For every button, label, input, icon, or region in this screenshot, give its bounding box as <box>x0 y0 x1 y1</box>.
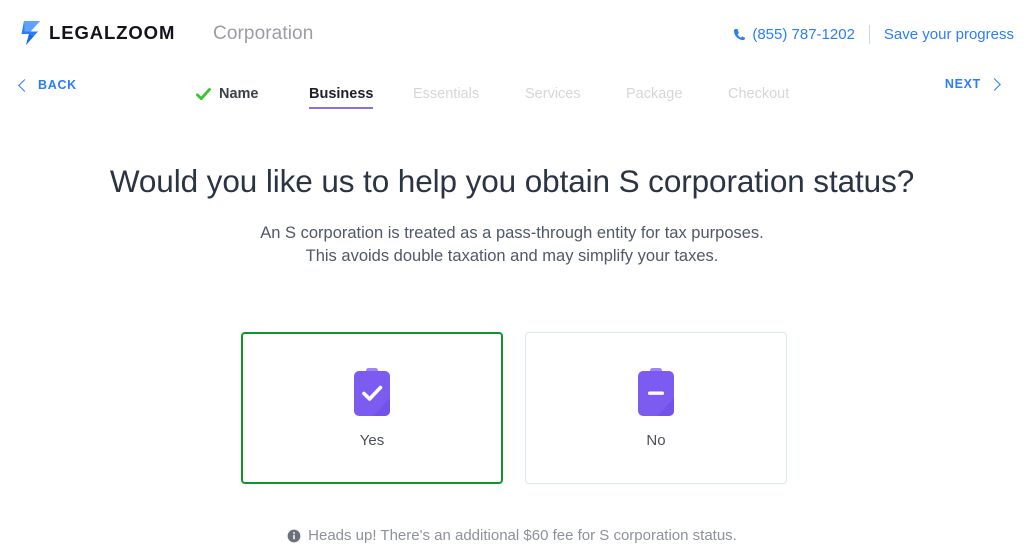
phone-number: (855) 787-1202 <box>752 25 855 43</box>
option-label: No <box>646 431 666 449</box>
step-label: Checkout <box>728 86 790 102</box>
header-divider <box>868 24 870 44</box>
subtitle-line-2: This avoids double taxation and may simp… <box>305 247 719 265</box>
product-name: Corporation <box>213 23 314 44</box>
brand-logo[interactable]: LEGALZOOM <box>20 19 175 47</box>
step-label: Services <box>525 86 581 102</box>
option-label: Yes <box>359 431 385 449</box>
step-label: Package <box>626 86 683 102</box>
logo-wordmark: LEGALZOOM <box>49 21 176 43</box>
page-title: Would you like us to help you obtain S c… <box>109 163 915 199</box>
option-card-no[interactable]: No <box>525 332 787 484</box>
header-actions: (855) 787-1202 Save your progress <box>733 24 1014 44</box>
save-progress-link[interactable]: Save your progress <box>884 26 1014 43</box>
progress-nav: BACK Name Business Essentials Services P… <box>0 66 1024 122</box>
step-package[interactable]: Package <box>626 86 682 102</box>
step-label: Business <box>309 86 374 102</box>
subtitle-line-1: An S corporation is treated as a pass-th… <box>260 224 764 242</box>
clipboard-check-icon <box>354 367 390 416</box>
chevron-left-icon <box>18 78 31 92</box>
info-circle-icon <box>287 529 301 542</box>
app-header: LEGALZOOM Corporation (855) 787-1202 Sav… <box>0 0 1024 66</box>
fee-notice-text: Heads up! There's an additional $60 fee … <box>308 527 737 544</box>
step-label: Name <box>219 86 259 102</box>
fee-notice: Heads up! There's an additional $60 fee … <box>0 527 1024 544</box>
legalzoom-z-bolt-icon <box>21 21 40 45</box>
back-button[interactable]: BACK <box>18 78 77 92</box>
page-subtitle: An S corporation is treated as a pass-th… <box>0 222 1024 268</box>
phone-icon <box>734 28 746 40</box>
option-cards: Yes No <box>241 332 787 484</box>
step-label: Essentials <box>413 86 480 102</box>
step-business[interactable]: Business <box>309 86 374 109</box>
green-check-icon <box>196 87 211 100</box>
step-list: Name Business Essentials Services Packag… <box>196 66 846 122</box>
phone-link[interactable]: (855) 787-1202 <box>733 26 855 43</box>
clipboard-minus-icon <box>638 367 674 416</box>
chevron-right-icon <box>988 77 1001 91</box>
step-checkout[interactable]: Checkout <box>728 86 789 102</box>
next-button-label: NEXT <box>944 77 981 91</box>
next-button[interactable]: NEXT <box>944 77 1001 91</box>
step-essentials[interactable]: Essentials <box>413 86 479 102</box>
option-card-yes[interactable]: Yes <box>241 332 503 484</box>
back-button-label: BACK <box>38 78 77 92</box>
step-services[interactable]: Services <box>525 86 581 102</box>
step-name[interactable]: Name <box>196 86 259 102</box>
